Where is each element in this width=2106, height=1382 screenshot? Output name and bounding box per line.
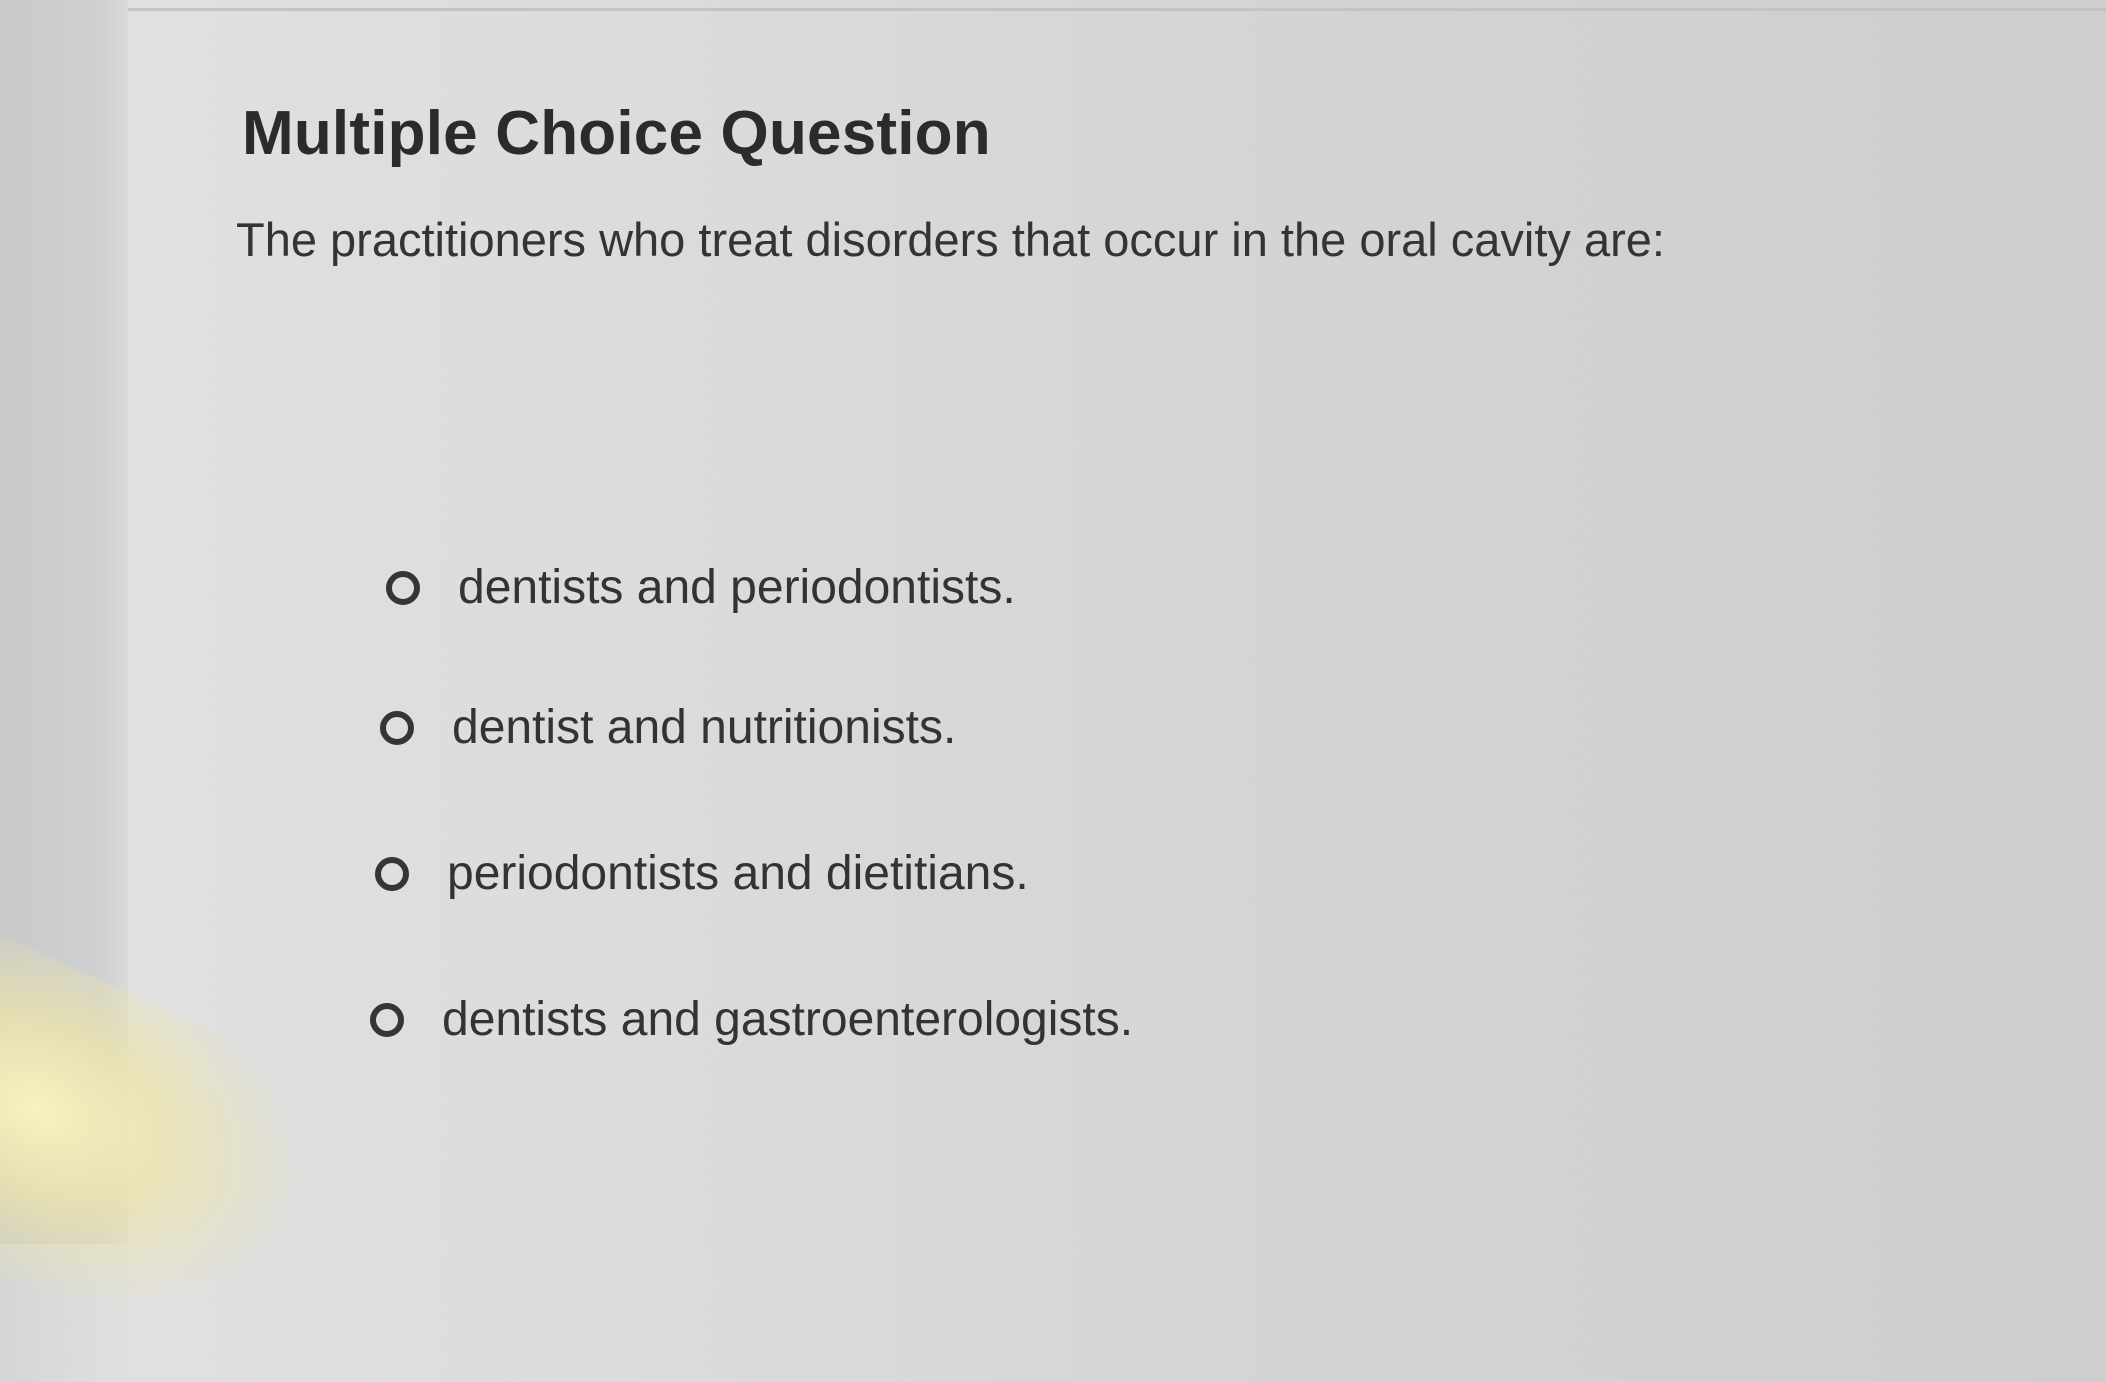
answer-option-label: dentists and periodontists. (458, 561, 1016, 614)
answer-option-3[interactable]: periodontists and dietitians. (375, 846, 1029, 901)
answer-option-2[interactable]: dentist and nutritionists. (380, 700, 956, 755)
radio-button-icon[interactable] (386, 570, 420, 605)
radio-button-icon[interactable] (370, 1002, 404, 1037)
question-prompt: The practitioners who treat disorders th… (236, 213, 1665, 266)
question-heading: Multiple Choice Question (242, 98, 991, 168)
answer-option-4[interactable]: dentists and gastroenterologists. (370, 992, 1133, 1047)
answer-option-1[interactable]: dentists and periodontists. (386, 560, 1016, 615)
radio-button-icon[interactable] (375, 856, 409, 891)
question-card: Multiple Choice Question The practitione… (0, 0, 2106, 1244)
answer-option-label: dentist and nutritionists. (452, 701, 957, 754)
answer-option-label: periodontists and dietitians. (447, 847, 1029, 900)
radio-button-icon[interactable] (380, 710, 414, 745)
answer-option-label: dentists and gastroenterologists. (442, 993, 1134, 1046)
